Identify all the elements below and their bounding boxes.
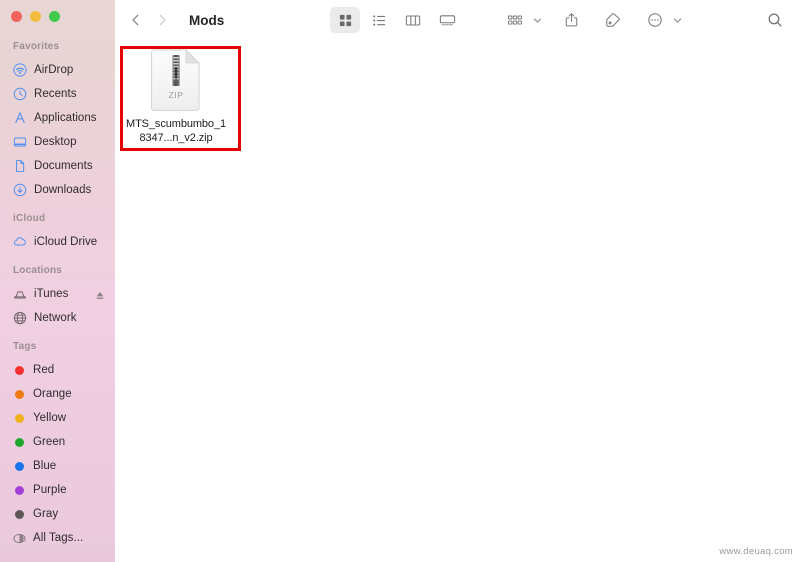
icon-view-button[interactable] (330, 7, 361, 33)
sidebar-item-desktop[interactable]: Desktop (0, 130, 115, 154)
sidebar-item-tag-gray[interactable]: Gray (0, 502, 115, 526)
watermark: www.deuaq.com (719, 546, 793, 557)
sidebar-item-label: iTunes (34, 288, 69, 300)
sidebar-item-label: Applications (34, 112, 97, 124)
list-view-button[interactable] (364, 7, 394, 33)
airdrop-icon (13, 63, 27, 77)
sidebar-item-tag-green[interactable]: Green (0, 430, 115, 454)
file-name-label: MTS_scumbumbo_18347...n_v2.zip (124, 117, 228, 145)
minimize-button[interactable] (30, 11, 41, 22)
sidebar-item-label: All Tags... (33, 532, 84, 544)
more-actions-control[interactable] (640, 7, 684, 33)
sidebar-item-label: Purple (33, 484, 67, 496)
eject-icon[interactable] (95, 288, 105, 299)
chevron-down-icon[interactable] (531, 9, 544, 31)
sidebar-item-applications[interactable]: Applications (0, 106, 115, 130)
sidebar-section-tags-title: Tags (13, 341, 37, 352)
more-actions-button[interactable] (640, 7, 670, 33)
back-button[interactable] (123, 7, 149, 33)
sidebar: Favorites AirDrop Recents Applications D… (0, 0, 115, 562)
all-tags-icon (13, 532, 26, 545)
sidebar-item-label: Downloads (34, 184, 92, 196)
sidebar-section-locations-title: Locations (13, 265, 63, 276)
sidebar-item-icloud-drive[interactable]: iCloud Drive (0, 230, 115, 254)
network-icon (13, 311, 27, 325)
toolbar: Mods (115, 0, 800, 40)
desktop-icon (13, 135, 27, 149)
sidebar-item-downloads[interactable]: Downloads (0, 178, 115, 202)
sidebar-item-label: Blue (33, 460, 57, 472)
sidebar-section-icloud-title: iCloud (13, 213, 46, 224)
tag-dot-icon (15, 413, 24, 423)
tag-dot-icon (15, 461, 24, 471)
maximize-button[interactable] (49, 11, 60, 22)
applications-icon (13, 111, 27, 125)
sidebar-item-tag-yellow[interactable]: Yellow (0, 406, 115, 430)
sidebar-item-itunes[interactable]: iTunes (0, 282, 115, 306)
file-item-zip[interactable]: ZIP MTS_scumbumbo_18347...n_v2.zip (124, 48, 228, 145)
tags-button[interactable] (598, 7, 628, 33)
clock-icon (13, 87, 27, 101)
search-button[interactable] (760, 7, 790, 33)
disk-icon (13, 287, 27, 301)
svg-text:ZIP: ZIP (168, 90, 183, 100)
toolbar-actions-group (500, 7, 684, 33)
sidebar-item-label: Yellow (33, 412, 67, 424)
sidebar-item-label: Gray (33, 508, 59, 520)
group-by-control[interactable] (500, 7, 544, 33)
close-button[interactable] (11, 11, 22, 22)
group-by-button[interactable] (500, 7, 530, 33)
tag-dot-icon (15, 509, 24, 519)
gallery-view-button[interactable] (432, 7, 462, 33)
sidebar-item-label: Red (33, 364, 55, 376)
forward-button[interactable] (149, 7, 175, 33)
file-content-area[interactable]: ZIP MTS_scumbumbo_18347...n_v2.zip www.d… (115, 40, 800, 562)
sidebar-item-label: Recents (34, 88, 77, 100)
sidebar-item-network[interactable]: Network (0, 306, 115, 330)
sidebar-item-tag-blue[interactable]: Blue (0, 454, 115, 478)
search-group (760, 7, 790, 33)
finder-window: Favorites AirDrop Recents Applications D… (0, 0, 800, 562)
sidebar-item-airdrop[interactable]: AirDrop (0, 58, 115, 82)
tag-dot-icon (15, 485, 24, 495)
file-name-line-1: MTS_scumbumbo (126, 118, 214, 130)
cloud-icon (13, 235, 27, 249)
main-area: Mods ZIP MTS_scumbumbo_18347...n_v2.zip … (115, 0, 800, 562)
chevron-down-icon[interactable] (671, 9, 684, 31)
sidebar-item-recents[interactable]: Recents (0, 82, 115, 106)
tag-dot-icon (15, 365, 24, 375)
sidebar-item-tag-purple[interactable]: Purple (0, 478, 115, 502)
column-view-button[interactable] (398, 7, 428, 33)
sidebar-item-label: Desktop (34, 136, 77, 148)
sidebar-item-label: Network (34, 312, 77, 324)
share-button[interactable] (556, 7, 586, 33)
sidebar-item-label: AirDrop (34, 64, 74, 76)
zip-file-icon: ZIP (150, 48, 202, 112)
sidebar-item-tag-orange[interactable]: Orange (0, 382, 115, 406)
tag-dot-icon (15, 437, 24, 447)
download-icon (13, 183, 27, 197)
sidebar-item-tag-red[interactable]: Red (0, 358, 115, 382)
sidebar-item-label: iCloud Drive (34, 236, 98, 248)
sidebar-section-favorites-title: Favorites (13, 41, 60, 52)
page-title: Mods (189, 12, 225, 28)
sidebar-item-label: Green (33, 436, 66, 448)
sidebar-item-all-tags[interactable]: All Tags... (0, 526, 115, 550)
traffic-lights (11, 11, 60, 22)
sidebar-item-label: Orange (33, 388, 72, 400)
document-icon (13, 159, 27, 173)
view-mode-group (330, 7, 462, 33)
sidebar-item-documents[interactable]: Documents (0, 154, 115, 178)
tag-dot-icon (15, 389, 24, 399)
sidebar-item-label: Documents (34, 160, 93, 172)
